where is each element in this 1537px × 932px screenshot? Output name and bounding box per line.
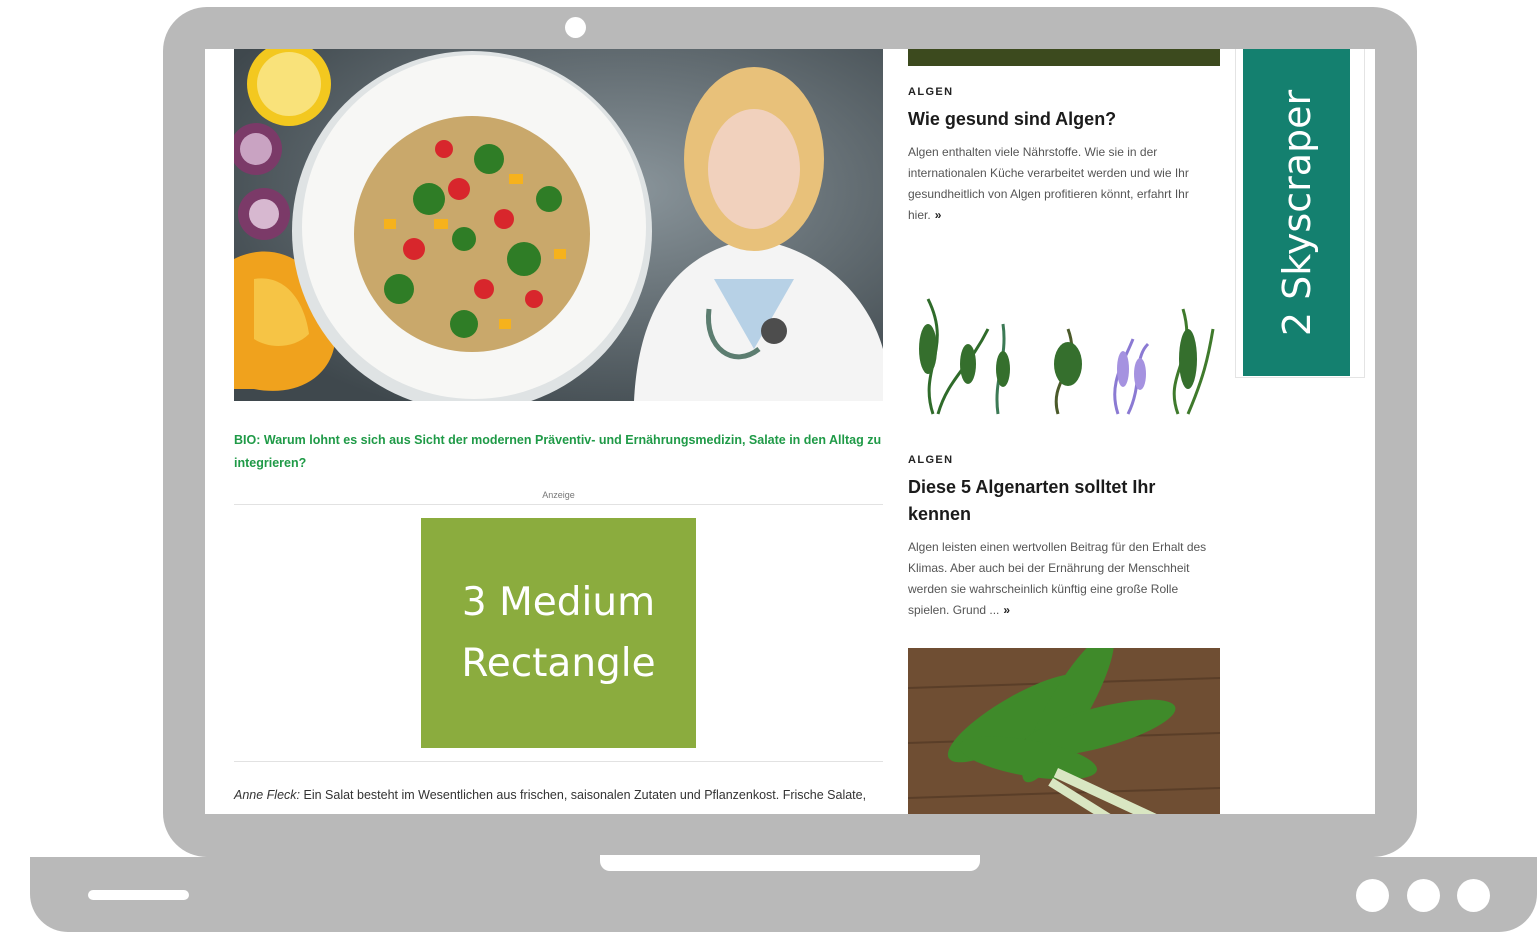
card-kicker: ALGEN [908,86,954,98]
ad-skyscraper[interactable]: 2 Skyscraper [1243,49,1350,376]
wild-garlic-illustration [908,648,1220,814]
divider [234,761,883,762]
card-teaser-text: Algen enthalten viele Nährstoffe. Wie si… [908,145,1189,222]
seaweed-illustration [919,298,1215,415]
hero-illustration [234,49,883,401]
read-more-icon[interactable]: » [935,208,942,222]
card-title[interactable]: Diese 5 Algenarten solltet Ihr kennen [908,474,1220,528]
card-teaser-text: Algen leisten einen wertvollen Beitrag f… [908,540,1207,617]
card-image-seaweed[interactable] [908,289,1220,424]
indicator-dot-icon [1356,879,1389,912]
card-title[interactable]: Wie gesund sind Algen? [908,106,1220,133]
card-teaser: Algen leisten einen wertvollen Beitrag f… [908,537,1220,621]
read-more-icon[interactable]: » [1003,603,1010,617]
ad-label: Anzeige [542,490,575,500]
laptop-screen: BIO: Warum lohnt es sich aus Sicht der m… [205,49,1375,814]
indicator-dot-icon [1407,879,1440,912]
article-caption[interactable]: BIO: Warum lohnt es sich aus Sicht der m… [234,429,883,475]
hero-image-salad-doctor[interactable] [234,49,883,401]
indicator-line-icon [88,890,189,900]
card-image-top[interactable] [908,49,1220,66]
ad-skyscraper-label: 2 Skyscraper [1274,89,1319,336]
card-image-wild-garlic[interactable] [908,648,1220,814]
article-body: Anne Fleck: Ein Salat besteht im Wesentl… [234,785,883,806]
sidebar-card-algen-1[interactable]: ALGEN Wie gesund sind Algen? Algen entha… [908,86,1220,226]
divider [234,504,883,505]
indicator-dot-icon [1457,879,1490,912]
card-kicker: ALGEN [908,454,954,466]
ad-medium-rectangle-label: 3 Medium Rectangle [461,580,656,686]
article-body-text: Ein Salat besteht im Wesentlichen aus fr… [303,788,867,802]
camera-icon [565,17,586,38]
author-name: Anne Fleck: [234,788,301,802]
laptop-notch [600,855,980,871]
ad-medium-rectangle[interactable]: 3 Medium Rectangle [421,518,696,748]
sidebar-card-algen-2[interactable]: ALGEN Diese 5 Algenarten solltet Ihr ken… [908,454,1220,621]
card-teaser: Algen enthalten viele Nährstoffe. Wie si… [908,142,1220,226]
